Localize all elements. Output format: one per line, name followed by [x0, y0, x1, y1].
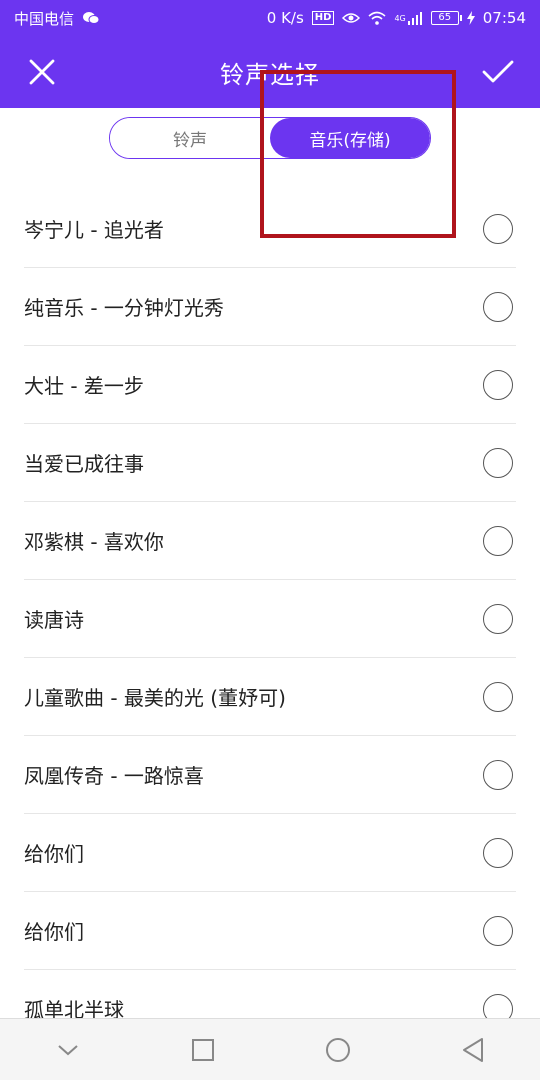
song-title: 邓紫棋 - 喜欢你 — [24, 530, 164, 554]
song-title: 纯音乐 - 一分钟灯光秀 — [24, 296, 224, 320]
song-title: 给你们 — [24, 842, 84, 866]
status-bar: 中国电信 0 K/s HD 4G 65 07:54 — [0, 0, 540, 36]
list-item[interactable]: 当爱已成往事 — [24, 424, 516, 502]
song-title: 岑宁儿 - 追光者 — [24, 218, 164, 242]
clock: 07:54 — [482, 9, 526, 27]
page-title: 铃声选择 — [220, 60, 320, 89]
list-item[interactable]: 邓紫棋 - 喜欢你 — [24, 502, 516, 580]
list-item[interactable]: 读唐诗 — [24, 580, 516, 658]
network-speed: 0 K/s — [266, 9, 304, 27]
song-title: 凤凰传奇 - 一路惊喜 — [24, 764, 204, 788]
circle-home-icon — [325, 1037, 350, 1062]
system-nav-bar — [0, 1018, 540, 1080]
radio-button[interactable] — [483, 369, 513, 400]
radio-button[interactable] — [483, 603, 513, 634]
eye-icon — [342, 12, 361, 24]
list-item[interactable]: 纯音乐 - 一分钟灯光秀 — [24, 268, 516, 346]
tab-music-storage[interactable]: 音乐(存储) — [270, 118, 430, 158]
radio-button[interactable] — [483, 759, 513, 790]
battery-icon: 65 — [430, 11, 462, 25]
confirm-button[interactable] — [474, 48, 522, 96]
radio-button[interactable] — [483, 525, 513, 556]
square-recent-icon — [191, 1038, 214, 1061]
song-title: 读唐诗 — [24, 608, 84, 632]
nav-home-button[interactable] — [308, 1020, 368, 1080]
close-button[interactable] — [18, 48, 66, 96]
network-type: 4G — [394, 13, 406, 23]
song-title: 给你们 — [24, 920, 84, 944]
radio-button[interactable] — [483, 213, 513, 244]
title-bar: 铃声选择 — [0, 36, 540, 108]
list-item[interactable]: 大壮 - 差一步 — [24, 346, 516, 424]
charging-icon — [466, 11, 475, 25]
song-title: 儿童歌曲 - 最美的光 (董妤可) — [24, 686, 286, 710]
radio-button[interactable] — [483, 837, 513, 868]
song-list: 岑宁儿 - 追光者 纯音乐 - 一分钟灯光秀 大壮 - 差一步 当爱已成往事 邓… — [0, 190, 540, 1048]
nav-recent-button[interactable] — [173, 1020, 233, 1080]
radio-button[interactable] — [483, 447, 513, 478]
list-item[interactable]: 岑宁儿 - 追光者 — [24, 190, 516, 268]
tab-ringtone[interactable]: 铃声 — [110, 118, 270, 158]
wifi-icon — [368, 11, 386, 25]
hd-icon: HD — [311, 11, 335, 25]
list-item[interactable]: 给你们 — [24, 892, 516, 970]
list-item[interactable]: 给你们 — [24, 814, 516, 892]
nav-back-button[interactable] — [443, 1020, 503, 1080]
wechat-icon — [82, 11, 100, 25]
nav-hide-button[interactable] — [38, 1020, 98, 1080]
battery-level: 65 — [438, 12, 452, 23]
list-item[interactable]: 儿童歌曲 - 最美的光 (董妤可) — [24, 658, 516, 736]
radio-button[interactable] — [483, 681, 513, 712]
chevron-down-icon — [57, 1044, 78, 1055]
song-title: 当爱已成往事 — [24, 452, 144, 476]
signal-icon: 4G — [394, 11, 422, 25]
list-item[interactable]: 凤凰传奇 - 一路惊喜 — [24, 736, 516, 814]
carrier-label: 中国电信 — [14, 9, 75, 28]
radio-button[interactable] — [483, 915, 513, 946]
check-icon — [482, 60, 514, 83]
triangle-back-icon — [462, 1037, 483, 1062]
ringtone-source-tabs: 铃声 音乐(存储) — [109, 117, 431, 159]
close-icon — [29, 59, 55, 85]
song-title: 大壮 - 差一步 — [24, 374, 144, 398]
radio-button[interactable] — [483, 291, 513, 322]
